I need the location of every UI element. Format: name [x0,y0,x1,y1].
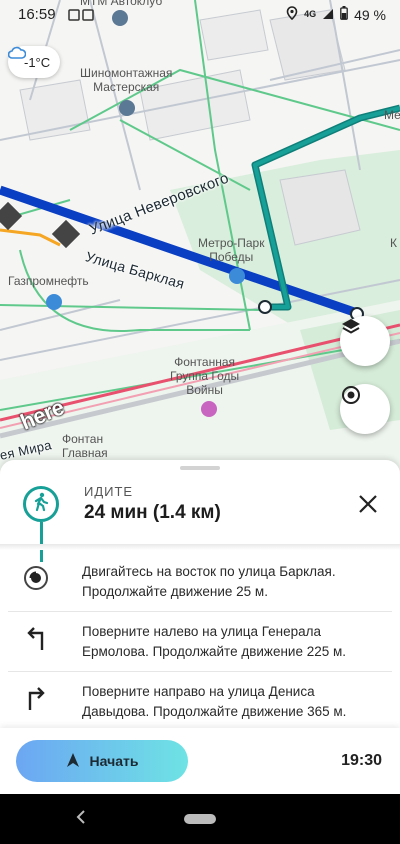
sheet-drag-handle[interactable] [180,466,220,470]
back-button[interactable] [76,808,86,829]
route-summary: ИДИТЕ 24 мин (1.4 км) [0,476,400,562]
chevron-left-icon [76,808,86,828]
poi-metro-line2: Победы [209,250,254,264]
poi-label-fountain: Фонтанная Группа Годы Войны [170,355,239,397]
map-view[interactable]: МТМ Автоклуб Шиномонтажная Мастерская Ме… [0,0,400,470]
start-button-label: Начать [89,753,139,769]
instruction-item[interactable]: Поверните налево на улица Генерала Ермол… [8,612,392,672]
signal-activity-icon [68,8,96,26]
route-sheet: ИДИТЕ 24 мин (1.4 км) Двигайтесь на вост… [0,460,400,735]
instruction-item[interactable]: Двигайтесь на восток по улица Барклая. П… [8,552,392,612]
map-edge-label-me: Ме [384,108,400,122]
instruction-text: Поверните направо на улица Дениса Давыдо… [82,684,347,719]
close-button[interactable] [356,492,380,516]
instruction-text: Поверните налево на улица Генерала Ермол… [82,624,347,659]
walk-mode-badge [23,486,59,522]
poi-fontan-line2: Главная [62,446,108,460]
travel-mode: ИДИТЕ [84,484,134,499]
instruction-text: Двигайтесь на восток по улица Барклая. П… [82,564,336,599]
signal-icon [322,7,334,23]
poi-fontan-line1: Фонтан [62,432,104,446]
navigation-arrow-icon [66,752,80,771]
recenter-button[interactable] [340,384,390,434]
instruction-list[interactable]: Двигайтесь на восток по улица Барклая. П… [0,552,400,732]
poi-tire-line1: Шиномонтажная [80,66,173,80]
layers-button[interactable] [340,316,390,366]
system-nav-bar [0,794,400,844]
home-button[interactable] [184,814,216,824]
status-icons: 4G 49 % [286,6,386,23]
turn-right-icon [22,684,50,712]
poi-metro-line1: Метро-Парк [198,236,265,250]
status-time: 16:59 [18,6,56,23]
weather-chip: -1°C [8,46,61,78]
poi-label-tire: Шиномонтажная Мастерская [80,66,172,94]
status-bar: 16:59 4G 49 % [0,0,400,30]
battery-level: 49 % [354,6,386,23]
poi-fountain-line3: Войны [186,383,223,397]
close-icon [356,495,380,520]
map-edge-label-k: К [390,236,397,250]
turn-left-icon [22,624,50,652]
poi-label-gas: Газпромнефть [8,274,89,288]
poi-fountain-line1: Фонтанная [174,355,235,369]
weather-temp: -1°C [24,54,51,70]
screen: МТМ Автоклуб Шиномонтажная Мастерская Ме… [0,0,400,844]
route-duration: 24 мин (1.4 км) [84,502,221,523]
poi-label-metro: Метро-Парк Победы [198,236,264,264]
location-icon [286,6,298,23]
poi-fountain-line2: Группа Годы [170,369,240,383]
poi-tire-line2: Мастерская [93,80,160,94]
walking-person-icon [32,492,50,517]
start-navigation-button[interactable]: Начать [16,740,188,782]
arrival-time: 19:30 [341,752,382,769]
start-point-icon [22,564,50,592]
route-start-marker [258,300,272,314]
summary-divider [0,544,400,550]
instruction-item[interactable]: Поверните направо на улица Дениса Давыдо… [8,672,392,732]
poi-label-fontan: Фонтан Главная [62,432,108,460]
network-type: 4G [304,9,317,19]
action-bar: Начать 19:30 [0,728,400,794]
battery-icon [340,6,348,23]
